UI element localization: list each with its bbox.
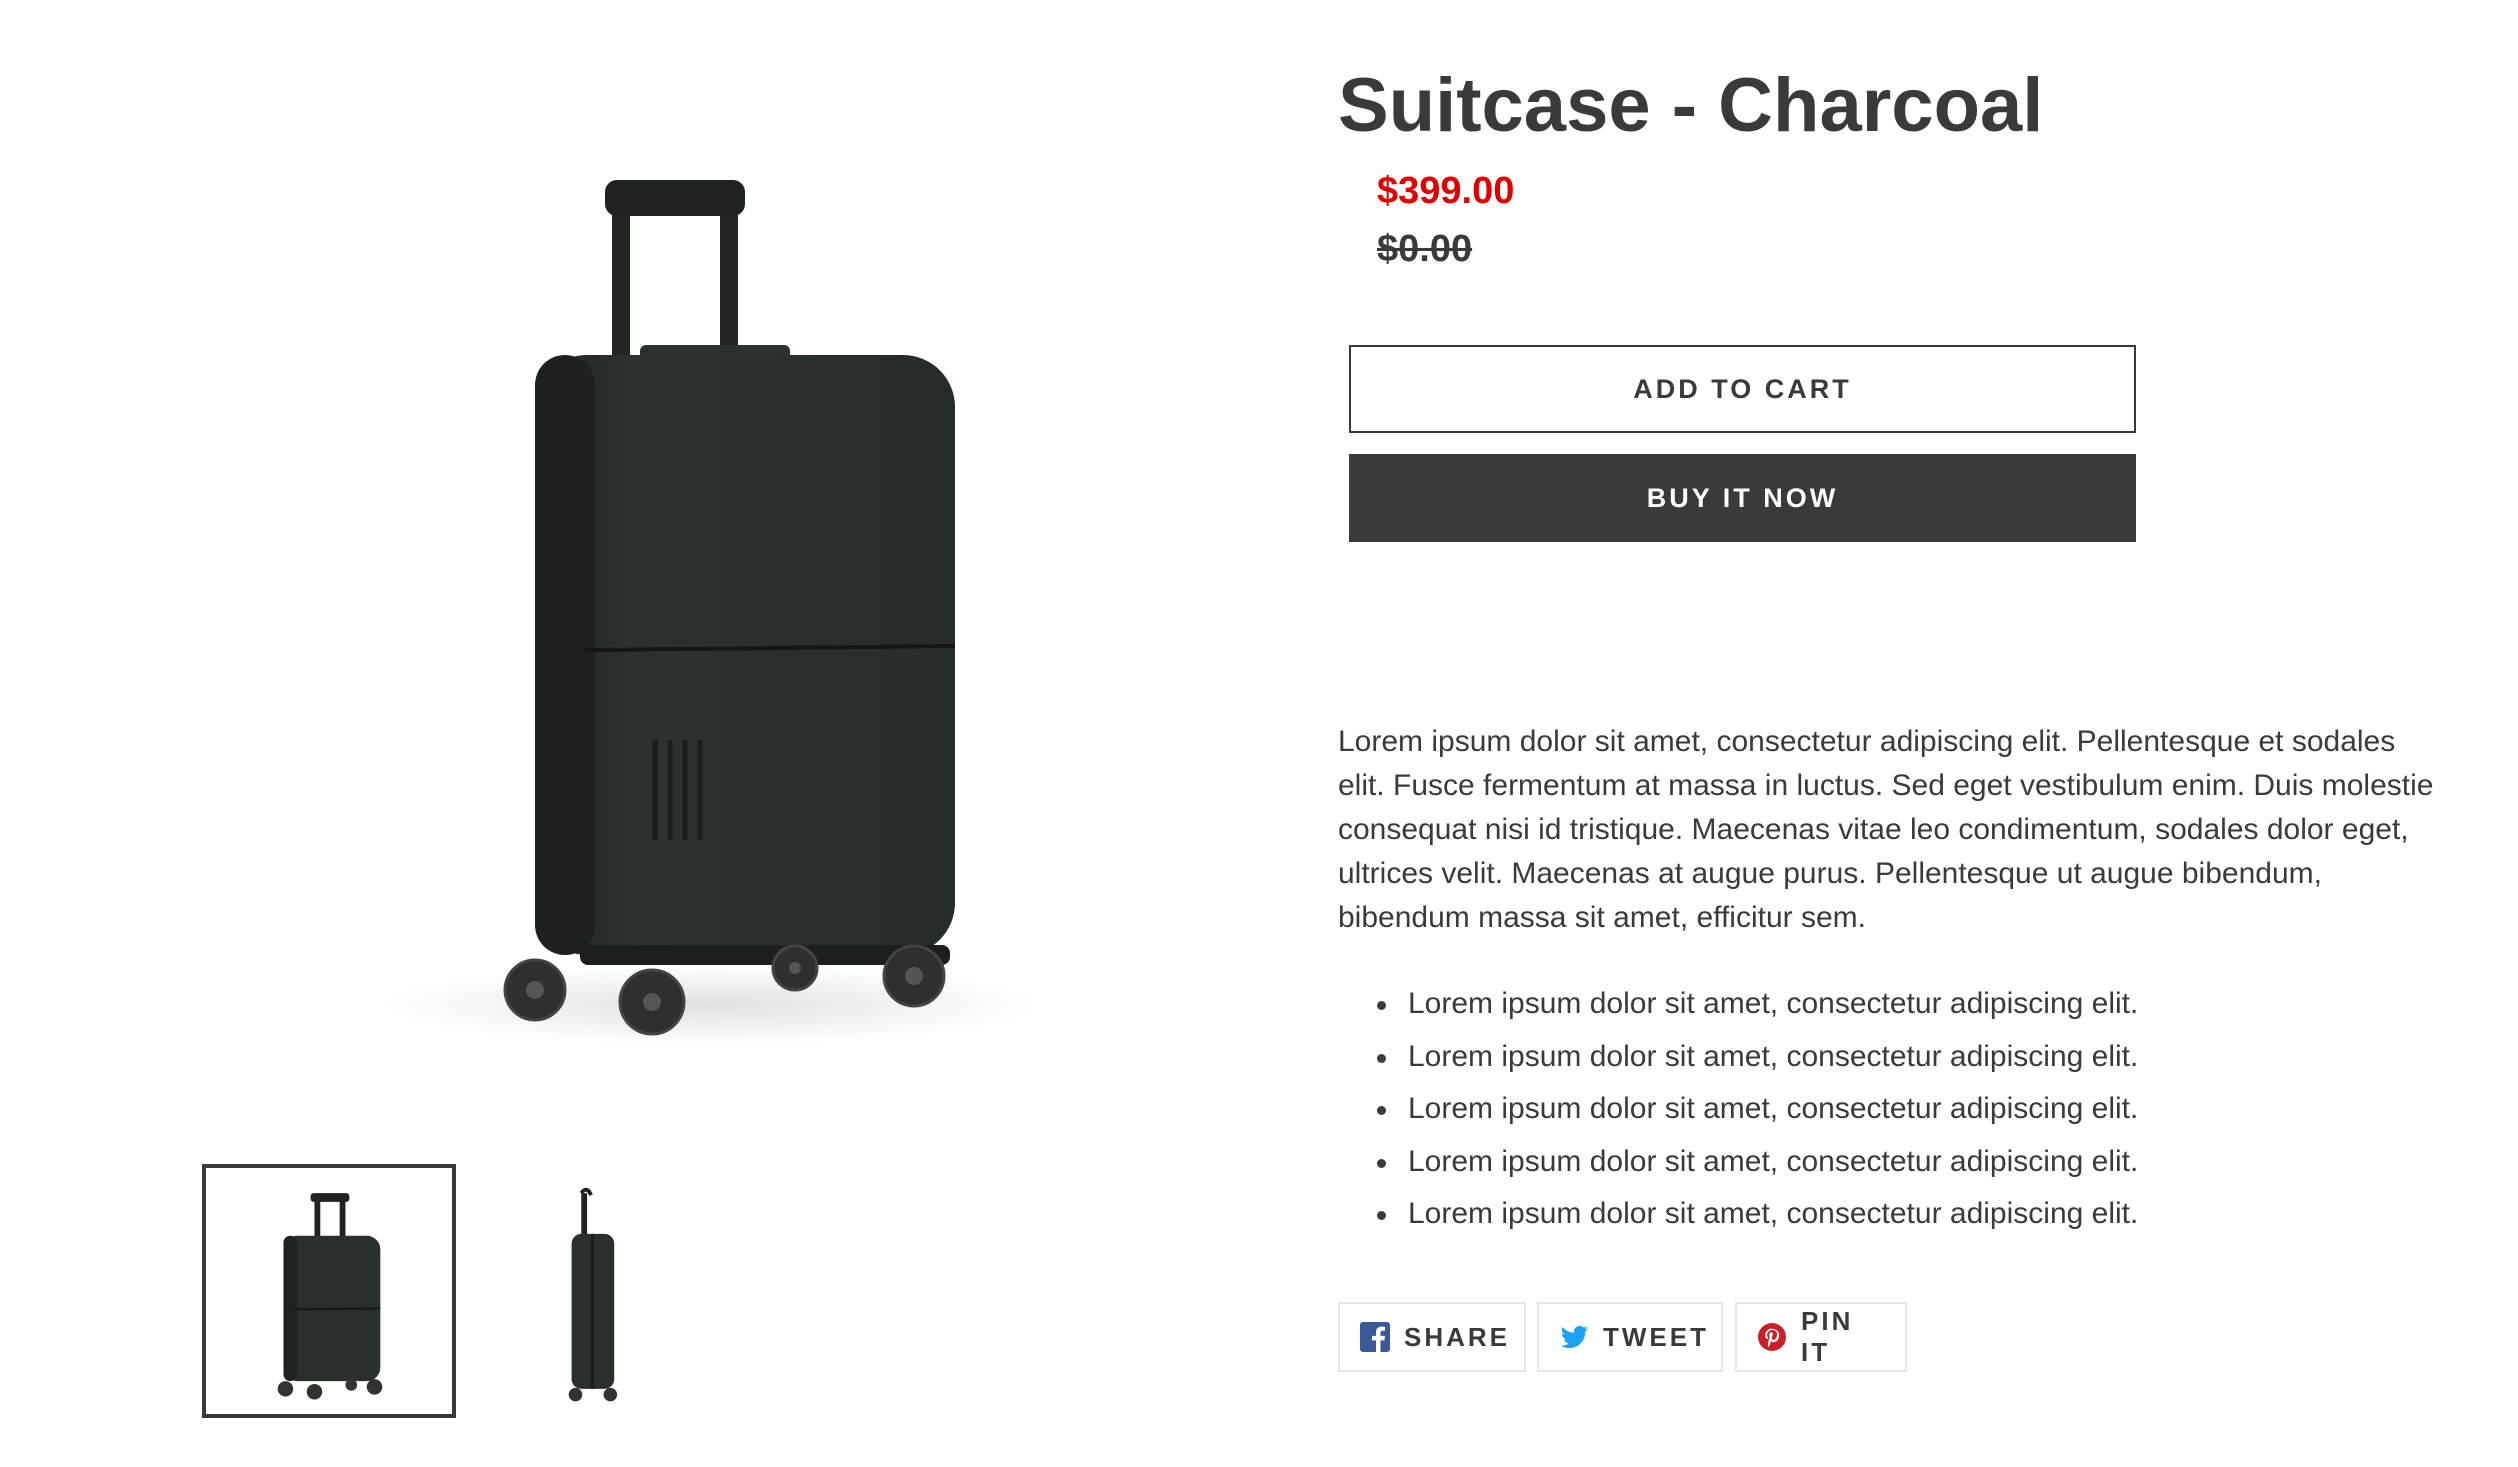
product-title: Suitcase - Charcoal [1338, 63, 2044, 148]
share-facebook-label: SHARE [1404, 1321, 1511, 1352]
share-twitter-label: TWEET [1603, 1321, 1709, 1352]
product-main-image[interactable] [200, 100, 1220, 1130]
thumbnail-side[interactable] [463, 1164, 717, 1418]
suitcase-side-thumbnail [568, 1187, 618, 1402]
product-description: Lorem ipsum dolor sit amet, consectetur … [1338, 725, 2434, 934]
buy-it-now-button[interactable]: BUY IT NOW [1349, 454, 2136, 542]
twitter-icon [1560, 1325, 1588, 1349]
list-item: Lorem ipsum dolor sit amet, consectetur … [1377, 1136, 2508, 1189]
share-pinterest-button[interactable]: PIN IT [1735, 1302, 1907, 1372]
share-facebook-button[interactable]: SHARE [1338, 1302, 1526, 1372]
suitcase-front-thumbnail [277, 1193, 383, 1400]
list-item: Lorem ipsum dolor sit amet, consectetur … [1377, 1188, 2508, 1241]
list-item: Lorem ipsum dolor sit amet, consectetur … [1377, 978, 2508, 1031]
suitcase-image [380, 180, 1040, 1045]
facebook-icon [1360, 1322, 1390, 1352]
thumbnail-front[interactable] [202, 1164, 456, 1418]
sale-price: $399.00 [1377, 170, 1515, 212]
regular-price: $0.00 [1377, 228, 1473, 270]
list-item: Lorem ipsum dolor sit amet, consectetur … [1377, 1031, 2508, 1084]
share-twitter-button[interactable]: TWEET [1537, 1302, 1723, 1372]
add-to-cart-button[interactable]: ADD TO CART [1349, 345, 2136, 433]
pinterest-icon [1758, 1323, 1786, 1351]
share-pinterest-label: PIN IT [1801, 1306, 1854, 1367]
list-item: Lorem ipsum dolor sit amet, consectetur … [1377, 1083, 2508, 1136]
product-features-list: Lorem ipsum dolor sit amet, consectetur … [1338, 978, 2508, 1241]
